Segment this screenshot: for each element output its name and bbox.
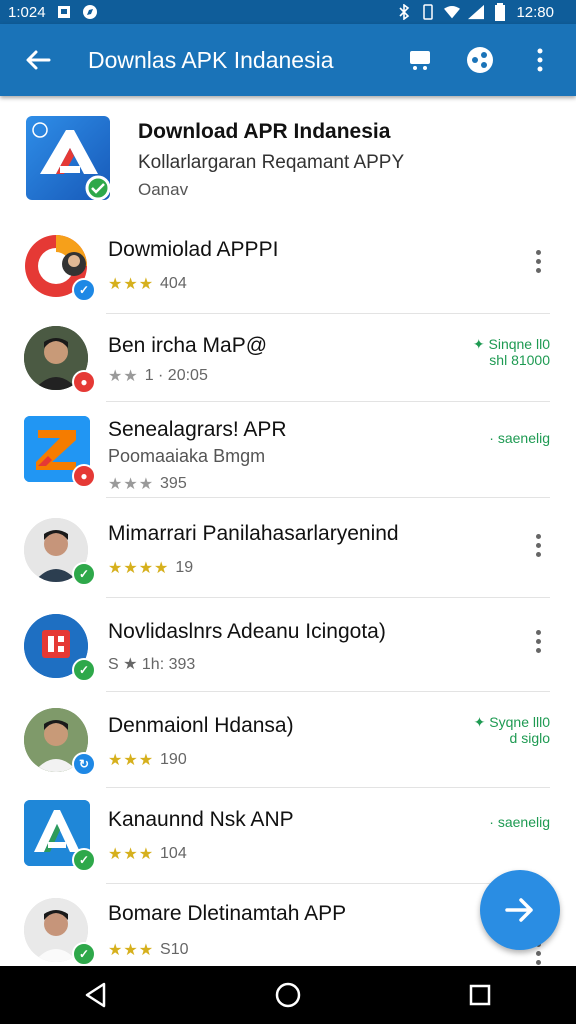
more-options-icon[interactable] bbox=[526, 244, 550, 278]
list-item[interactable]: ✓ Mimarrari Panilahasarlaryenind ★★★★ 19 bbox=[0, 498, 576, 598]
rating-stars: ★★★ bbox=[108, 276, 155, 293]
arrow-right-icon bbox=[505, 898, 533, 922]
notification-icon bbox=[56, 4, 72, 20]
navigation-bar bbox=[0, 966, 576, 1024]
status-bar: 1:024 12:80 bbox=[0, 0, 576, 24]
app-meta-text: 19 bbox=[175, 559, 194, 576]
wifi-icon bbox=[444, 4, 461, 20]
vibrate-icon bbox=[420, 4, 436, 20]
signal-icon bbox=[468, 4, 485, 20]
app-title: Dowmiolad APPPI bbox=[108, 238, 279, 261]
install-status-line1: ✦ Syqne lll0 bbox=[473, 714, 550, 730]
install-status: · saenelig bbox=[489, 430, 550, 446]
compass-icon bbox=[82, 4, 98, 20]
list-item[interactable]: ● Ben ircha MaP@ ★★ 1 · 20:05 ✦ Sinqne l… bbox=[0, 314, 576, 402]
status-time-left: 1:024 bbox=[8, 3, 46, 21]
app-meta-text: 1 · 20:05 bbox=[144, 367, 208, 384]
featured-app-subtitle: Kollarlargaran Reqamant APPY bbox=[138, 152, 405, 173]
verified-badge-icon: ✓ bbox=[72, 848, 96, 872]
next-fab-button[interactable] bbox=[480, 870, 560, 950]
list-item[interactable]: ✓ Dowmiolad APPPI ★★★ 404 bbox=[0, 214, 576, 314]
featured-app-title: Download APR Indanesia bbox=[138, 120, 391, 143]
app-meta: ★★★ 190 bbox=[108, 750, 187, 770]
status-badge-icon: ● bbox=[72, 370, 96, 394]
rating-stars: ★★★ bbox=[108, 476, 155, 493]
verified-badge-icon: ✓ bbox=[72, 658, 96, 682]
list-item[interactable]: ✓ Novlidaslnrs Adeanu Icingota) S ★ 1h: … bbox=[0, 598, 576, 692]
battery-icon bbox=[492, 3, 508, 21]
bluetooth-icon bbox=[396, 4, 412, 20]
install-status: ✦ Sinqne ll0 shl 81000 bbox=[473, 336, 550, 368]
app-meta: ★★★ S10 bbox=[108, 940, 189, 960]
rating-stars: ★★★ bbox=[108, 846, 155, 863]
rating-stars: ★★★★ bbox=[108, 560, 170, 577]
leaf-icon: ✦ bbox=[472, 336, 489, 352]
verified-badge-icon: ✓ bbox=[72, 278, 96, 302]
status-badge-icon: ● bbox=[72, 464, 96, 488]
verified-badge-icon: ✓ bbox=[72, 562, 96, 586]
app-meta: S ★ 1h: 393 bbox=[108, 654, 195, 674]
recents-square-icon[interactable] bbox=[450, 972, 510, 1018]
install-status: · saenelig bbox=[489, 814, 550, 830]
list-item[interactable]: ↻ Denmaionl Hdansa) ★★★ 190 ✦ Syqne lll0… bbox=[0, 692, 576, 788]
app-title: Denmaionl Hdansa) bbox=[108, 714, 294, 737]
app-title: Mimarrari Panilahasarlaryenind bbox=[108, 522, 399, 545]
app-bar: Downlas APK Indanesia bbox=[0, 24, 576, 96]
app-title: Novlidaslnrs Adeanu Icingota) bbox=[108, 620, 386, 643]
install-status-line2: d siglo bbox=[509, 730, 550, 746]
app-meta: ★★★★ 19 bbox=[108, 558, 193, 578]
install-status: ✦ Syqne lll0 d siglo bbox=[474, 714, 550, 746]
app-meta: ★★★ 404 bbox=[108, 274, 187, 294]
app-meta: ★★★ 104 bbox=[108, 844, 187, 864]
app-title: Kanaunnd Nsk ANP bbox=[108, 808, 294, 831]
back-triangle-icon[interactable] bbox=[66, 972, 126, 1018]
back-arrow-icon[interactable] bbox=[16, 38, 60, 82]
app-logo-icon bbox=[26, 116, 111, 201]
featured-app-developer: Oanav bbox=[138, 180, 189, 199]
list-item[interactable]: ✓ Kanaunnd Nsk ANP ★★★ 104 · saenelig bbox=[0, 788, 576, 884]
verified-badge-icon: ✓ bbox=[72, 942, 96, 966]
sync-badge-icon: ↻ bbox=[72, 752, 96, 776]
leaf-icon: ✦ bbox=[473, 714, 490, 730]
app-title: Bomare Dletinamtah APP bbox=[108, 902, 347, 925]
app-meta-text: 104 bbox=[160, 845, 187, 862]
app-title: Ben ircha MaP@ bbox=[108, 334, 268, 357]
overflow-menu-icon[interactable] bbox=[520, 40, 560, 80]
more-options-icon[interactable] bbox=[526, 528, 550, 562]
share-icon[interactable] bbox=[460, 40, 500, 80]
home-circle-icon[interactable] bbox=[258, 972, 318, 1018]
app-meta-text: 395 bbox=[160, 475, 187, 492]
app-meta: ★★ 1 · 20:05 bbox=[108, 366, 208, 386]
app-meta-text: 404 bbox=[160, 275, 187, 292]
rating-stars: ★★★ bbox=[108, 752, 155, 769]
status-time-right: 12:80 bbox=[516, 3, 554, 21]
cart-icon[interactable] bbox=[400, 40, 440, 80]
app-meta-text: S10 bbox=[160, 941, 189, 958]
app-meta: ★★★ 395 bbox=[108, 474, 187, 494]
more-options-icon[interactable] bbox=[526, 624, 550, 658]
app-meta-text: 190 bbox=[160, 751, 187, 768]
list-item[interactable]: ● Senealagrars! APR Poomaaiaka Bmgm ★★★ … bbox=[0, 402, 576, 498]
app-title: Senealagrars! APR bbox=[108, 418, 287, 441]
install-status-line2: shl 81000 bbox=[489, 352, 550, 368]
app-subtitle: Poomaaiaka Bmgm bbox=[108, 446, 266, 466]
app-bar-title: Downlas APK Indanesia bbox=[88, 46, 334, 73]
app-meta-text: S ★ 1h: 393 bbox=[108, 656, 196, 673]
rating-stars: ★★ bbox=[108, 368, 139, 385]
featured-app-card[interactable]: Download APR Indanesia Kollarlargaran Re… bbox=[0, 100, 576, 210]
install-status-line1: ✦ Sinqne ll0 bbox=[472, 336, 550, 352]
rating-stars: ★★★ bbox=[108, 942, 155, 959]
